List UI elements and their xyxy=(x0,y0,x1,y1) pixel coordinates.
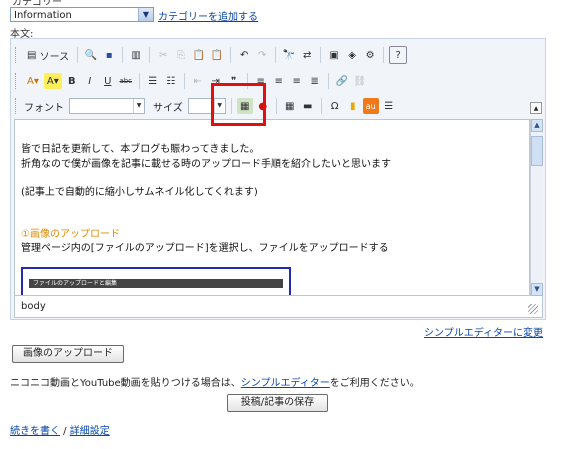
templates-icon[interactable]: ▥ xyxy=(128,47,144,63)
toolbar-grip[interactable] xyxy=(15,47,19,63)
paste-icon[interactable]: 📋 xyxy=(191,47,207,63)
strikethrough-button[interactable]: abc xyxy=(118,73,134,89)
editor-maximize-button[interactable]: ▲ xyxy=(530,102,542,114)
rich-text-editor: ▤ ソース 🔍 ▪ ▥ ✂ ⎘ 📋 📋 ↶ ↷ 🔭 ⇄ ▣ ◈ ⚙ ? A▾ A… xyxy=(10,38,546,320)
toolbar-separator xyxy=(230,47,232,63)
toolbar-separator xyxy=(122,47,124,63)
link-icon[interactable]: 🔗 xyxy=(334,73,350,89)
paste-word-icon[interactable]: 📋 xyxy=(209,47,225,63)
simple-editor-link[interactable]: シンプルエディター xyxy=(241,378,330,389)
align-center-icon[interactable]: ≡ xyxy=(271,73,287,89)
numbered-list-icon[interactable]: ☰ xyxy=(145,73,161,89)
emoji-icon[interactable]: ▮ xyxy=(345,98,361,114)
content-line: 皆で日記を更新して、本ブログも賑わってきました。 xyxy=(21,144,260,155)
align-right-icon[interactable]: ≡ xyxy=(289,73,305,89)
bold-button[interactable]: B xyxy=(64,73,80,89)
content-line: 折角なので僕が画像を記事に載せる時のアップロード手順を紹介したいと思います xyxy=(21,159,391,170)
highlight-box xyxy=(211,83,266,126)
chevron-down-icon[interactable]: ▼ xyxy=(133,99,144,113)
special-char-button[interactable]: Ω xyxy=(327,98,343,114)
editor-content-area[interactable]: 皆で日記を更新して、本ブログも賑わってきました。 折角なので僕が画像を記事に載せ… xyxy=(14,119,530,296)
italic-button[interactable]: I xyxy=(82,73,98,89)
size-label: サイズ xyxy=(153,102,183,114)
switch-simple-editor-link[interactable]: シンプルエディターに変更 xyxy=(424,324,543,339)
redo-icon[interactable]: ↷ xyxy=(254,47,270,63)
resize-handle-icon[interactable] xyxy=(528,304,538,314)
toolbar-grip[interactable] xyxy=(15,73,19,89)
toolbar-separator xyxy=(138,73,140,89)
au-emoji-button[interactable]: au xyxy=(362,98,379,114)
text-color-icon[interactable]: A▾ xyxy=(24,73,42,89)
cut-icon[interactable]: ✂ xyxy=(155,47,171,63)
align-justify-icon[interactable]: ≣ xyxy=(307,73,323,89)
save-post-button[interactable]: 投稿/記事の保存 xyxy=(227,394,328,412)
category-selected-value: Information xyxy=(14,10,72,21)
content-line: (記事上で自動的に縮小しサムネイル化してくれます) xyxy=(21,187,258,198)
continue-writing-link[interactable]: 続きを書く xyxy=(10,426,60,437)
note-text: をご利用ください。 xyxy=(329,378,420,389)
content-heading: ①画像のアップロード xyxy=(21,229,120,240)
source-label: ソース xyxy=(39,51,70,63)
toolbar-separator xyxy=(183,73,185,89)
editor-statusbar: body xyxy=(14,296,543,318)
toolbar-row-3: フォント ▼ サイズ ▼ ▦ ● ▦ ▬ Ω ▮ au ☰ xyxy=(15,96,397,116)
toolbar-separator xyxy=(320,47,322,63)
bottom-links: 続きを書く / 詳細設定 xyxy=(10,422,110,437)
background-color-icon[interactable]: A▾ xyxy=(43,73,62,89)
table-icon[interactable]: ▦ xyxy=(282,98,298,114)
underline-button[interactable]: U xyxy=(100,73,116,89)
editor-scrollbar[interactable]: ▲ ▼ xyxy=(530,119,543,296)
spellcheck-icon[interactable]: ⚙ xyxy=(362,47,378,63)
element-path[interactable]: body xyxy=(21,301,46,312)
chevron-down-icon[interactable]: ▼ xyxy=(138,8,153,21)
preview-icon[interactable]: 🔍 xyxy=(83,47,99,63)
page-break-icon[interactable]: ☰ xyxy=(381,98,397,114)
scroll-up-icon[interactable]: ▲ xyxy=(531,119,543,132)
horizontal-rule-icon[interactable]: ▬ xyxy=(300,98,316,114)
toolbar-grip[interactable] xyxy=(15,98,19,114)
toolbar-separator xyxy=(327,73,329,89)
source-button[interactable]: ▤ ソース xyxy=(24,47,72,63)
select-all-icon[interactable]: ▣ xyxy=(326,47,342,63)
embedded-screenshot-image: ファイルのアップロードと編集 xyxy=(21,267,291,295)
toolbar-separator xyxy=(320,98,322,114)
image-upload-button[interactable]: 画像のアップロード xyxy=(12,345,124,363)
document-icon: ▤ xyxy=(27,49,37,61)
toolbar-separator xyxy=(275,98,277,114)
toolbar-separator xyxy=(77,47,79,63)
content-line: 管理ページ内の[ファイルのアップロード]を選択し、ファイルをアップロードする xyxy=(21,243,389,254)
scroll-thumb[interactable] xyxy=(531,136,543,166)
category-select[interactable]: Information ▼ xyxy=(10,7,154,22)
find-icon[interactable]: 🔭 xyxy=(281,47,297,63)
save-icon[interactable]: ▪ xyxy=(101,47,117,63)
outdent-icon[interactable]: ⇤ xyxy=(190,73,206,89)
link-separator: / xyxy=(60,426,70,437)
font-label: フォント xyxy=(24,102,64,114)
copy-icon[interactable]: ⎘ xyxy=(173,47,189,63)
replace-icon[interactable]: ⇄ xyxy=(299,47,315,63)
font-select[interactable]: ▼ xyxy=(69,98,145,114)
add-category-link[interactable]: カテゴリーを追加する xyxy=(158,8,258,23)
detail-settings-link[interactable]: 詳細設定 xyxy=(70,426,110,437)
undo-icon[interactable]: ↶ xyxy=(236,47,252,63)
scroll-down-icon[interactable]: ▼ xyxy=(531,283,543,296)
toolbar-row-1: ▤ ソース 🔍 ▪ ▥ ✂ ⎘ 📋 📋 ↶ ↷ 🔭 ⇄ ▣ ◈ ⚙ ? xyxy=(15,45,408,65)
toolbar-separator xyxy=(149,47,151,63)
remove-format-icon[interactable]: ◈ xyxy=(344,47,360,63)
note-text: ニコニコ動画とYouTube動画を貼りつける場合は、 xyxy=(10,378,241,389)
thumb-title-bar: ファイルのアップロードと編集 xyxy=(29,279,283,288)
toolbar-separator xyxy=(275,47,277,63)
bulleted-list-icon[interactable]: ☷ xyxy=(163,73,179,89)
toolbar-separator xyxy=(383,47,385,63)
unlink-icon[interactable]: ⛓ xyxy=(352,73,368,89)
help-icon[interactable]: ? xyxy=(389,46,408,64)
video-embed-note: ニコニコ動画とYouTube動画を貼りつける場合は、シンプルエディターをご利用く… xyxy=(10,374,420,389)
toolbar-row-2: A▾ A▾ B I U abc ☰ ☷ ⇤ ⇥ ❞ ≡ ≡ ≡ ≣ 🔗 ⛓ xyxy=(15,71,368,91)
